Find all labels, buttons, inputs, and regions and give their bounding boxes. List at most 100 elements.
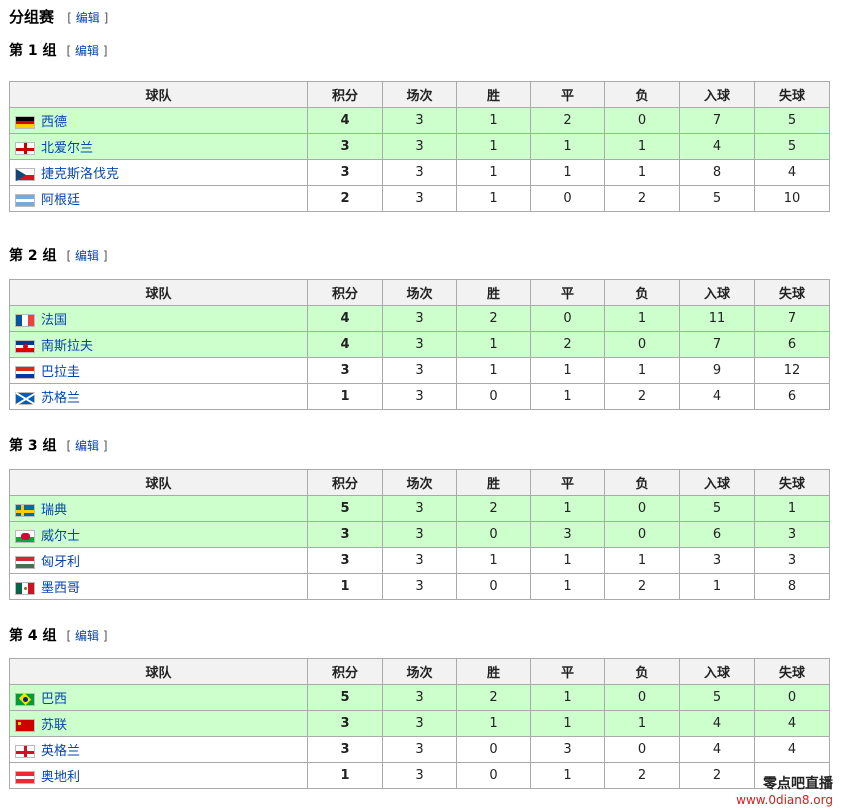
- edit-link-label[interactable]: 编辑: [75, 44, 99, 58]
- edit-link-label[interactable]: 编辑: [75, 439, 99, 453]
- team-link[interactable]: 北爱尔兰: [41, 141, 93, 156]
- team-link[interactable]: 奥地利: [41, 770, 80, 785]
- team-link[interactable]: 英格兰: [41, 744, 80, 759]
- group-label: 第 2 组: [9, 248, 57, 264]
- stat-w-cell: 2: [456, 684, 531, 711]
- team-cell: 西德: [9, 107, 308, 134]
- table-row: 英格兰 3 3 0 3 0 4 4: [9, 736, 830, 763]
- column-header: 入球: [679, 469, 755, 496]
- stat-w-cell: 0: [456, 573, 531, 600]
- stat-d-cell: 2: [530, 331, 605, 358]
- team-link[interactable]: 苏格兰: [41, 391, 80, 406]
- stat-pld-cell: 3: [382, 159, 457, 186]
- stat-d-cell: 1: [530, 710, 605, 737]
- scotland-flag-icon: [15, 391, 37, 407]
- stat-pld-cell: 3: [382, 736, 457, 763]
- column-header: 场次: [382, 279, 457, 306]
- table-header-row: 球队 积分 场次胜平负入球 失球: [9, 81, 830, 108]
- team-link[interactable]: 巴西: [41, 692, 67, 707]
- stat-d-cell: 1: [530, 495, 605, 522]
- stat-pld-cell: 3: [382, 495, 457, 522]
- column-header: 负: [604, 658, 680, 685]
- group-edit-link[interactable]: [ 编辑 ]: [67, 44, 108, 58]
- table-header-row: 球队 积分 场次胜平负入球 失球: [9, 279, 830, 306]
- edit-link-label[interactable]: 编辑: [75, 629, 99, 643]
- team-link[interactable]: 威尔士: [41, 529, 80, 544]
- stat-l-cell: 2: [604, 383, 680, 410]
- stat-gf-cell: 4: [679, 736, 755, 763]
- team-link[interactable]: 捷克斯洛伐克: [41, 167, 119, 182]
- team-link[interactable]: 阿根廷: [41, 193, 80, 208]
- stat-pts-cell: 3: [307, 357, 383, 384]
- column-header: 失球: [754, 279, 830, 306]
- stat-w-cell: 2: [456, 305, 531, 332]
- stat-l-cell: 0: [604, 521, 680, 548]
- stat-pts-cell: 3: [307, 159, 383, 186]
- team-link[interactable]: 南斯拉夫: [41, 339, 93, 354]
- argentina-flag-icon: [15, 194, 35, 207]
- stat-gf-cell: 4: [679, 710, 755, 737]
- stat-pld-cell: 3: [382, 133, 457, 160]
- stat-ga-cell: 4: [754, 710, 830, 737]
- group-edit-link[interactable]: [ 编辑 ]: [67, 439, 108, 453]
- team-cell: 瑞典: [9, 495, 308, 522]
- edit-link-label[interactable]: 编辑: [75, 249, 99, 263]
- column-header: 平: [530, 81, 605, 108]
- team-cell: 北爱尔兰: [9, 133, 308, 160]
- group-edit-link[interactable]: [ 编辑 ]: [67, 629, 108, 643]
- edit-link-label[interactable]: 编辑: [76, 11, 100, 25]
- team-link[interactable]: 苏联: [41, 718, 67, 733]
- table-row: 苏格兰 1 3 0 1 2 4 6: [9, 383, 830, 410]
- column-header: 胜: [456, 469, 531, 496]
- stat-gf-cell: 1: [679, 573, 755, 600]
- team-cell: 墨西哥: [9, 573, 308, 600]
- team-link[interactable]: 瑞典: [41, 503, 67, 518]
- team-link[interactable]: 法国: [41, 313, 67, 328]
- group-standings-table: 球队 积分 场次胜平负入球 失球 巴西 5 3 2 1 0 5 0 苏联 3 3 1 1 1 4 4 英格兰 3 3 0 3 0 4…: [9, 658, 830, 789]
- table-row: 阿根廷 2 3 1 0 2 5 10: [9, 185, 830, 212]
- czechoslovakia-flag-icon: [15, 168, 35, 181]
- stat-l-cell: 2: [604, 762, 680, 789]
- column-header: 平: [530, 279, 605, 306]
- stat-pld-cell: 3: [382, 547, 457, 574]
- stat-pts-cell: 4: [307, 107, 383, 134]
- team-cell: 法国: [9, 305, 308, 332]
- team-link[interactable]: 巴拉圭: [41, 365, 80, 380]
- team-link[interactable]: 匈牙利: [41, 555, 80, 570]
- stat-pld-cell: 3: [382, 710, 457, 737]
- team-cell: 阿根廷: [9, 185, 308, 212]
- column-header: 积分: [307, 81, 383, 108]
- table-row: 墨西哥 1 3 0 1 2 1 8: [9, 573, 830, 600]
- stat-gf-cell: 3: [679, 547, 755, 574]
- stat-l-cell: 0: [604, 107, 680, 134]
- stat-d-cell: 0: [530, 305, 605, 332]
- team-link[interactable]: 西德: [41, 115, 67, 130]
- stat-d-cell: 3: [530, 736, 605, 763]
- stat-w-cell: 0: [456, 762, 531, 789]
- column-header: 失球: [754, 658, 830, 685]
- table-row: 巴西 5 3 2 1 0 5 0: [9, 684, 830, 711]
- team-link[interactable]: 墨西哥: [41, 581, 80, 596]
- section-edit-link[interactable]: [ 编辑 ]: [67, 11, 108, 25]
- stat-w-cell: 0: [456, 736, 531, 763]
- group-title: 第 1 组 [ 编辑 ]: [9, 40, 108, 60]
- mexico-flag-icon: [15, 582, 35, 595]
- stat-pld-cell: 3: [382, 684, 457, 711]
- stat-pts-cell: 3: [307, 710, 383, 737]
- column-header: 失球: [754, 81, 830, 108]
- group-standings-table: 球队 积分 场次胜平负入球 失球 西德 4 3 1 2 0 7 5 北爱尔兰 3 3 1 1 1 4 5 捷克斯洛伐克 3…: [9, 81, 830, 212]
- stat-d-cell: 1: [530, 573, 605, 600]
- group-title: 第 3 组 [ 编辑 ]: [9, 435, 108, 455]
- group-edit-link[interactable]: [ 编辑 ]: [67, 249, 108, 263]
- table-row: 北爱尔兰 3 3 1 1 1 4 5: [9, 133, 830, 160]
- column-header: 场次: [382, 469, 457, 496]
- table-row: 南斯拉夫 4 3 1 2 0 7 6: [9, 331, 830, 358]
- hungary-flag-icon: [15, 556, 35, 569]
- stat-ga-cell: 7: [754, 305, 830, 332]
- sweden-flag-icon: [15, 504, 35, 517]
- column-header: 积分: [307, 658, 383, 685]
- team-cell: 威尔士: [9, 521, 308, 548]
- stat-pts-cell: 1: [307, 762, 383, 789]
- column-header: 球队: [9, 81, 308, 108]
- stat-pld-cell: 3: [382, 107, 457, 134]
